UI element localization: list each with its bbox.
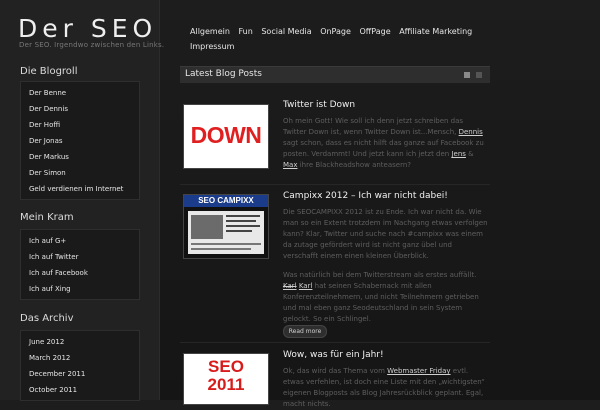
site-title[interactable]: Der SEO [18,14,157,43]
site-tagline: Der SEO. Irgendwo zwischen den Links. [19,41,165,49]
seo2011-thumb-text: SEO 2011 [207,357,245,394]
mein-kram-box: Ich auf G+ Ich auf Twitter Ich auf Faceb… [20,229,140,300]
post-text: Was natürlich bei dem Twitterstream als … [283,271,477,279]
nav-item-affiliate-marketing[interactable]: Affiliate Marketing [399,24,472,39]
slider-prev-icon[interactable] [464,72,470,78]
post-excerpt: Was natürlich bei dem Twitterstream als … [283,270,488,325]
mein-kram-item[interactable]: Ich auf Facebook [21,265,139,281]
post-title[interactable]: Wow, was für ein Jahr! [283,350,384,360]
blogroll-title: Die Blogroll [20,66,78,77]
campixx-thumb-text: SEO CAMPIXX [198,196,254,205]
nav-item-social-media[interactable]: Social Media [261,24,311,39]
mein-kram-title: Mein Kram [20,212,74,223]
blogroll-item[interactable]: Der Dennis [21,101,139,117]
post-text: ihre Blackheadshow anteasern? [297,161,412,169]
nav-item-offpage[interactable]: OffPage [359,24,390,39]
blogroll-item[interactable]: Der Benne [21,85,139,101]
blogroll-item[interactable]: Geld verdienen im Internet [21,181,139,197]
nav-item-fun[interactable]: Fun [238,24,252,39]
mein-kram-item[interactable]: Ich auf G+ [21,233,139,249]
sidebar: Der SEO Der SEO. Irgendwo zwischen den L… [0,0,164,401]
post-excerpt: Oh mein Gott! Wie soll ich denn jetzt sc… [283,116,488,171]
author-link-dennis[interactable]: Dennis [459,128,483,136]
latest-posts-header: Latest Blog Posts [180,66,490,83]
blogroll-item[interactable]: Der Hoffi [21,117,139,133]
post-thumbnail[interactable]: SEO 2011 [183,353,269,405]
webmaster-friday-link[interactable]: Webmaster Friday [387,367,450,375]
archiv-title: Das Archiv [20,313,74,324]
slider-next-icon[interactable] [476,72,482,78]
post-excerpt: Die SEOCAMPIXX 2012 ist zu Ende. Ich war… [283,207,488,262]
post-divider [180,184,490,185]
blogroll-item[interactable]: Der Markus [21,149,139,165]
post-text: Ok, das wird das Thema vom [283,367,385,375]
post-divider [180,342,490,343]
mein-kram-item[interactable]: Ich auf Twitter [21,249,139,265]
post-thumbnail[interactable]: SEO CAMPIXX [183,194,269,259]
latest-posts-title: Latest Blog Posts [185,69,262,79]
author-link-karl-struck[interactable]: Karl [283,282,297,290]
post-text: Die SEOCAMPIXX 2012 ist zu Ende. Ich war… [283,208,488,260]
post-title[interactable]: Twitter ist Down [283,100,355,110]
archiv-item[interactable]: December 2011 [21,366,139,382]
archiv-item[interactable]: March 2012 [21,350,139,366]
author-link-max[interactable]: Max [283,161,297,169]
post-excerpt: Ok, das wird das Thema vom Webmaster Fri… [283,366,488,410]
author-link-karl[interactable]: Karl [299,282,313,290]
nav-item-allgemein[interactable]: Allgemein [190,24,230,39]
archiv-box: June 2012 March 2012 December 2011 Octob… [20,330,140,401]
read-more-button[interactable]: Read more [283,325,327,338]
blogroll-item[interactable]: Der Simon [21,165,139,181]
post-text: hat seinen Schabernack mit allen Konfere… [283,282,479,323]
campixx-screenshot [188,211,264,254]
nav-item-impressum[interactable]: Impressum [190,39,234,54]
post-title[interactable]: Campixx 2012 – Ich war nicht dabei! [283,191,448,201]
post-text: & [465,150,474,158]
nav-item-onpage[interactable]: OnPage [320,24,351,39]
blogroll-item[interactable]: Der Jonas [21,133,139,149]
post-thumbnail[interactable]: DOWN [183,104,269,169]
top-navigation: Allgemein Fun Social Media OnPage OffPag… [190,24,490,54]
blogroll-box: Der Benne Der Dennis Der Hoffi Der Jonas… [20,81,140,200]
archiv-item[interactable]: June 2012 [21,334,139,350]
archiv-item[interactable]: October 2011 [21,382,139,398]
mein-kram-item[interactable]: Ich auf Xing [21,281,139,297]
down-thumb-text: DOWN [190,122,262,148]
post-text: Oh mein Gott! Wie soll ich denn jetzt sc… [283,117,464,136]
author-link-jens[interactable]: Jens [451,150,465,158]
